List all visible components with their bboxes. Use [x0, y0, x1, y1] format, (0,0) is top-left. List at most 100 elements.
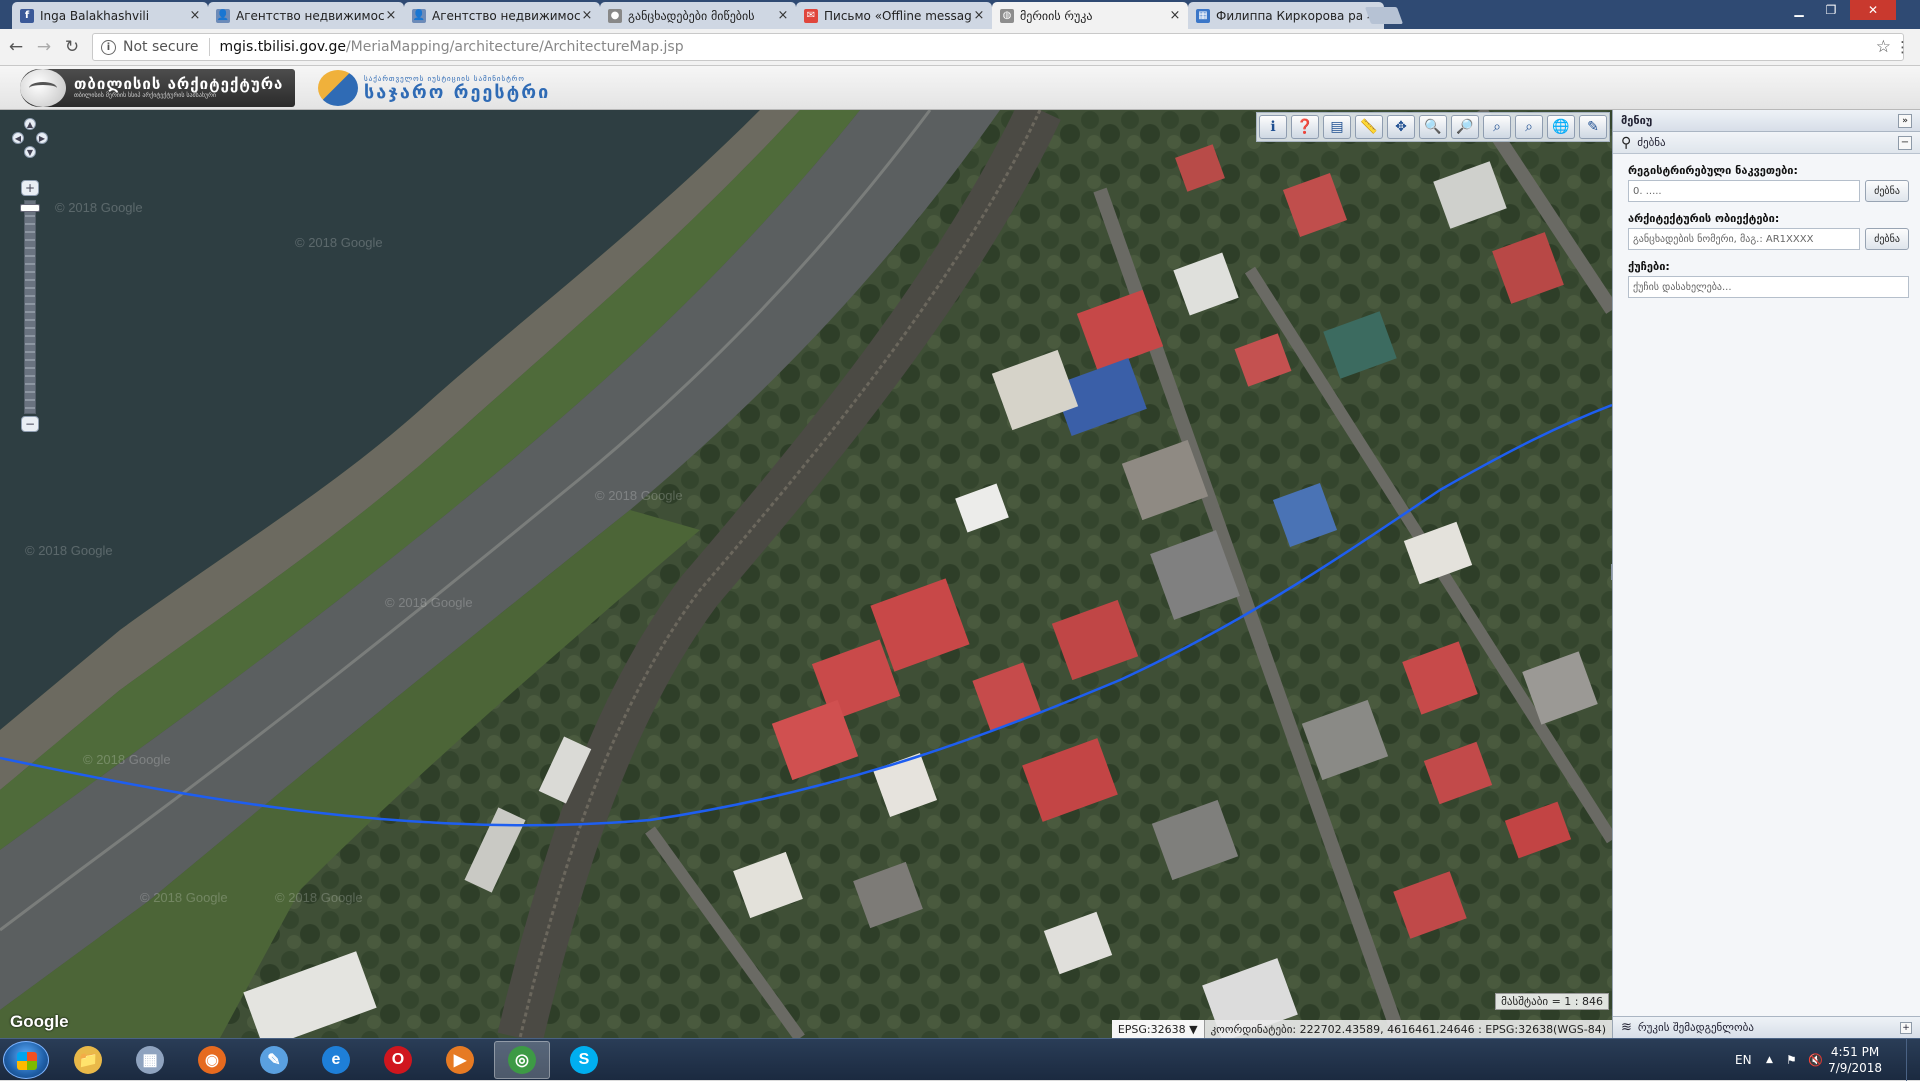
info-icon[interactable]: i — [101, 39, 116, 55]
close-window-button[interactable]: ✕ — [1850, 0, 1896, 20]
system-clock[interactable]: 4:51 PM 7/9/2018 — [1828, 1044, 1882, 1076]
tbilisi-architecture-logo[interactable]: თბილისის არქიტექტურა თბილისის მერიის სსი… — [20, 69, 295, 107]
google-watermark: © 2018 Google — [275, 890, 363, 905]
show-desktop-button[interactable] — [1906, 1039, 1920, 1081]
zoom-slider-track[interactable] — [24, 200, 36, 414]
tab-close-icon[interactable]: × — [188, 8, 202, 23]
tab-close-icon[interactable]: × — [384, 8, 398, 23]
logo-emblem-icon — [20, 69, 66, 107]
start-button[interactable] — [3, 1041, 49, 1079]
action-center-flag-icon[interactable]: ⚑ — [1786, 1039, 1797, 1081]
google-watermark: © 2018 Google — [295, 235, 383, 250]
show-hidden-icons[interactable]: ▲ — [1766, 1039, 1773, 1081]
taskbar-opera-button[interactable]: O — [370, 1041, 426, 1079]
new-tab-button[interactable] — [1364, 7, 1404, 24]
zoom-next-tool-icon[interactable]: ⌕ — [1515, 115, 1543, 139]
zoom-slider-handle[interactable] — [20, 204, 40, 212]
taskbar-internet-explorer-button[interactable]: e — [308, 1041, 364, 1079]
google-watermark: © 2018 Google — [140, 890, 228, 905]
cadastral-search-button[interactable]: ძებნა — [1865, 180, 1909, 202]
taskbar-chrome-button[interactable]: ◎ — [494, 1041, 550, 1079]
tab-title: განცხადებები მიწების — [628, 8, 755, 23]
calculator-icon: ▦ — [136, 1046, 164, 1074]
cadastral-input[interactable]: 0. ..... — [1628, 180, 1860, 202]
tab-close-icon[interactable]: × — [776, 8, 790, 23]
url-input[interactable]: i Not secure mgis.tbilisi.gov.ge/MeriaMa… — [92, 33, 1904, 61]
taskbar-media-player-button[interactable]: ▶ — [432, 1041, 488, 1079]
browser-tab-1[interactable]: f Inga Balakhashvili × — [12, 2, 208, 29]
table-tool-icon[interactable]: ▤ — [1323, 115, 1351, 139]
browser-tab-5[interactable]: ✉ Письмо «Offline messag × — [796, 2, 992, 29]
cadastral-label: რეგისტრირებული ნაკვეთები: — [1628, 164, 1798, 177]
browser-tab-7[interactable]: ▦Филиппа Киркорова ра× — [1188, 2, 1384, 29]
zoom-in-tool-icon[interactable]: 🔍 — [1419, 115, 1447, 139]
collapse-panel-icon[interactable]: » — [1898, 113, 1912, 128]
architecture-search-button[interactable]: ძებნა — [1865, 228, 1909, 250]
google-watermark: © 2018 Google — [83, 752, 171, 767]
clock-date: 7/9/2018 — [1828, 1061, 1882, 1075]
pan-down-icon[interactable]: ▼ — [24, 146, 36, 158]
user-icon: 👤 — [412, 8, 426, 23]
taskbar-skype-button[interactable]: S — [556, 1041, 612, 1079]
forward-button[interactable]: → — [34, 37, 54, 57]
pan-right-icon[interactable]: ▶ — [36, 132, 48, 144]
language-indicator[interactable]: EN — [1735, 1039, 1752, 1081]
search-icon: ⚲ — [1621, 134, 1632, 151]
not-secure-label: Not secure — [123, 39, 199, 55]
firefox-icon: ◉ — [198, 1046, 226, 1074]
tab-close-icon[interactable]: × — [972, 8, 986, 23]
volume-muted-icon[interactable]: 🔇 — [1808, 1039, 1823, 1081]
tab-close-icon[interactable]: × — [1168, 8, 1182, 23]
taskbar-file-explorer-button[interactable]: 📁 — [60, 1041, 116, 1079]
tab-close-icon[interactable]: × — [580, 8, 594, 23]
tab-title: Inga Balakhashvili — [40, 8, 150, 23]
pan-tool-icon[interactable]: ✥ — [1387, 115, 1415, 139]
measure-tool-icon[interactable]: 📏 — [1355, 115, 1383, 139]
taskbar-paint-button[interactable]: ✎ — [246, 1041, 302, 1079]
taskbar-calculator-button[interactable]: ▦ — [122, 1041, 178, 1079]
pan-left-icon[interactable]: ◀ — [12, 132, 24, 144]
street-input[interactable]: ქუჩის დასახელება... — [1628, 276, 1909, 298]
browser-tab-4[interactable]: ● განცხადებები მიწების × — [600, 2, 796, 29]
identify-tool-icon[interactable]: ❓ — [1291, 115, 1319, 139]
architecture-input[interactable]: განცხადების ნომერი, მაგ.: AR1XXXX — [1628, 228, 1860, 250]
opera-icon: O — [384, 1046, 412, 1074]
browser-tab-3[interactable]: 👤 Агентство недвижимост × — [404, 2, 600, 29]
restore-button[interactable]: ❐ — [1818, 0, 1844, 20]
map-layers-footer[interactable]: ≋ რუკის შემადგენლობა + — [1613, 1016, 1920, 1038]
zoom-control: + − — [20, 180, 40, 432]
google-watermark: © 2018 Google — [55, 200, 143, 215]
minimize-button[interactable]: ▁ — [1786, 0, 1812, 20]
google-watermark: © 2018 Google — [385, 595, 473, 610]
zoom-out-button[interactable]: − — [21, 416, 39, 432]
draw-tool-icon[interactable]: ✎ — [1579, 115, 1607, 139]
full-extent-tool-icon[interactable]: 🌐 — [1547, 115, 1575, 139]
back-button[interactable]: ← — [6, 37, 26, 57]
reload-button[interactable]: ↻ — [62, 37, 82, 57]
zoom-in-button[interactable]: + — [21, 180, 39, 196]
map-scale: მასშტაბი = 1 : 846 — [1495, 993, 1609, 1010]
public-registry-logo[interactable]: საქართველოს იუსტიციის სამინისტრო საჯარო … — [318, 69, 576, 107]
pan-control[interactable]: ▲ ◀ ▶ ▼ — [12, 118, 48, 170]
pan-up-icon[interactable]: ▲ — [24, 118, 36, 130]
expand-layers-icon[interactable]: + — [1900, 1021, 1912, 1034]
projection-select[interactable]: EPSG:32638 ▼ — [1111, 1020, 1205, 1038]
chrome-icon: ◎ — [508, 1046, 536, 1074]
tab-title: Филиппа Киркорова ра — [1216, 8, 1364, 23]
registry-emblem-icon — [318, 70, 358, 106]
panel-title: მენიუ — [1621, 114, 1653, 127]
map-canvas[interactable]: © 2018 Google © 2018 Google © 2018 Google ©… — [0, 110, 1612, 1038]
info-tool-icon[interactable]: ℹ — [1259, 115, 1287, 139]
browser-tab-6[interactable]: ◍ მერიის რუკა × — [992, 2, 1188, 29]
collapse-section-icon[interactable]: − — [1898, 135, 1912, 150]
bookmark-star-icon[interactable]: ☆ — [1876, 37, 1891, 57]
page-icon: ▦ — [1196, 8, 1210, 23]
browser-tab-2[interactable]: 👤 Агентство недвижимост × — [208, 2, 404, 29]
browser-menu-icon[interactable]: ⋮ — [1895, 38, 1910, 56]
map-layers-label: რუკის შემადგენლობა — [1637, 1021, 1754, 1034]
zoom-out-tool-icon[interactable]: 🔎 — [1451, 115, 1479, 139]
search-section-header[interactable]: ⚲ ძებნა − — [1613, 132, 1920, 154]
zoom-prev-tool-icon[interactable]: ⌕ — [1483, 115, 1511, 139]
taskbar-firefox-button[interactable]: ◉ — [184, 1041, 240, 1079]
satellite-imagery — [0, 110, 1612, 1038]
